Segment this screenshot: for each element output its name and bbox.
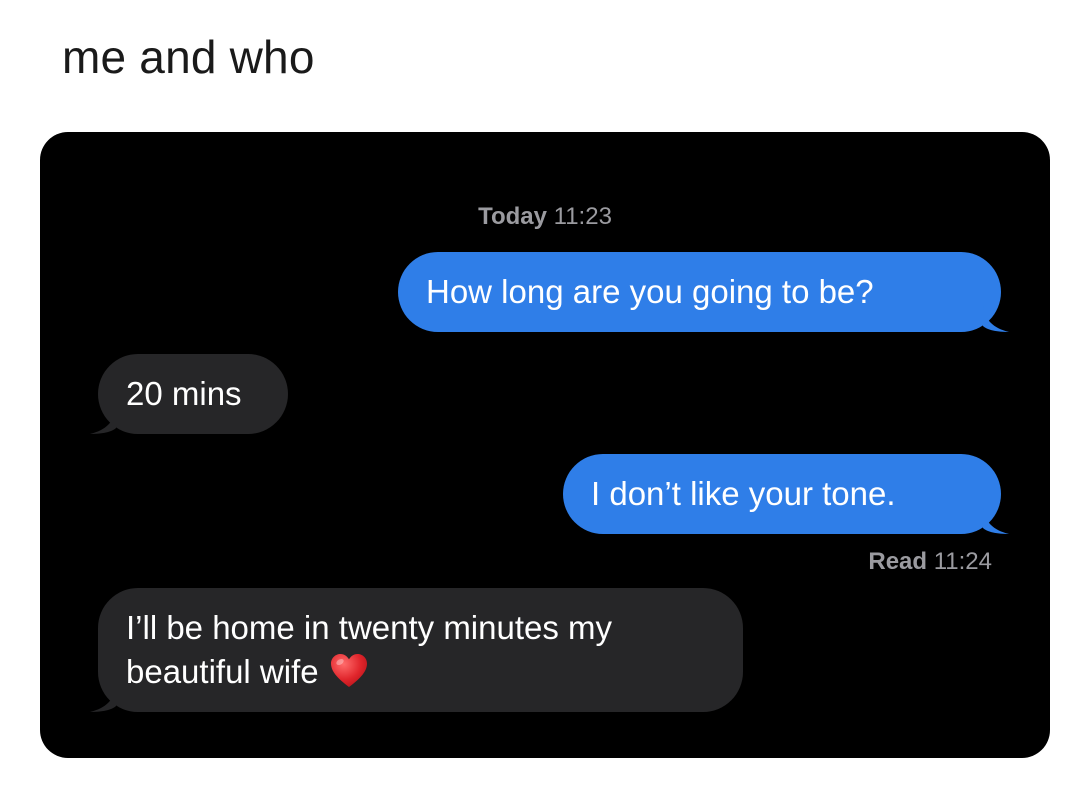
received-message-bubble[interactable]: 20 mins [90, 354, 288, 434]
sent-message-bubble[interactable]: I don’t like your tone. [563, 454, 1009, 534]
bubble-tail-icon [90, 408, 116, 434]
bubble-tail-icon [90, 686, 116, 712]
message-text: 20 mins [126, 375, 242, 412]
heart-icon [330, 654, 367, 688]
message-text: I’ll be home in twenty minutes my beauti… [126, 609, 613, 690]
receipt-label: Read [868, 548, 928, 575]
message-text: I don’t like your tone. [591, 475, 896, 512]
chat-screenshot: Today 11:23 How long are you going to be… [40, 132, 1050, 758]
read-receipt: Read 11:24 [868, 548, 992, 576]
receipt-time: 11:24 [933, 548, 992, 575]
conversation-timestamp: Today 11:23 [40, 203, 1050, 231]
message-text: How long are you going to be? [426, 273, 874, 310]
timestamp-day: Today [478, 203, 547, 230]
post-caption: me and who [62, 31, 315, 83]
sent-message-bubble[interactable]: How long are you going to be? [398, 252, 1009, 332]
received-message-bubble[interactable]: I’ll be home in twenty minutes my beauti… [90, 588, 743, 712]
timestamp-time: 11:23 [553, 203, 612, 230]
bubble-tail-icon [983, 306, 1009, 332]
bubble-tail-icon [983, 508, 1009, 534]
